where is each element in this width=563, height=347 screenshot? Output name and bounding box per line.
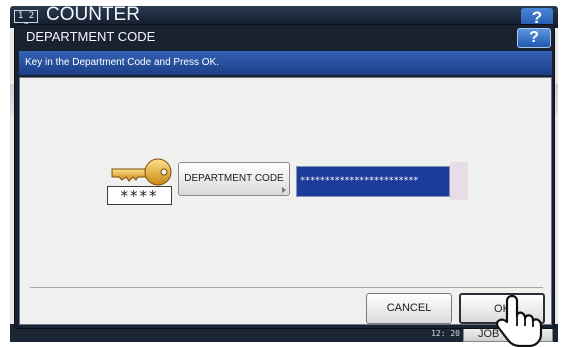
- hand-pointer-icon: [495, 294, 543, 347]
- background-title: COUNTER: [46, 4, 140, 25]
- cancel-button[interactable]: CANCEL: [366, 293, 452, 324]
- key-icon: [111, 158, 172, 186]
- department-code-button-label: DEPARTMENT CODE: [184, 173, 284, 184]
- department-code-button[interactable]: DEPARTMENT CODE: [178, 162, 290, 196]
- clock: 12: 20: [422, 329, 460, 338]
- help-button[interactable]: ?: [517, 28, 551, 48]
- small-arrow-icon: [282, 187, 286, 193]
- department-code-dialog: DEPARTMENT CODE ? Key in the Department …: [14, 24, 555, 329]
- department-code-input[interactable]: ************************: [296, 166, 450, 197]
- dialog-panel: **** DEPARTMENT CODE *******************…: [19, 77, 552, 325]
- input-field-edge: [450, 162, 468, 200]
- masked-code-display: ****: [107, 186, 172, 205]
- clock-time: 12: 20: [431, 329, 460, 338]
- instruction-bar: Key in the Department Code and Press OK.: [19, 51, 552, 75]
- dialog-title: DEPARTMENT CODE: [26, 29, 156, 44]
- divider: [30, 287, 543, 288]
- counter-icon: 1 2 3: [14, 10, 38, 32]
